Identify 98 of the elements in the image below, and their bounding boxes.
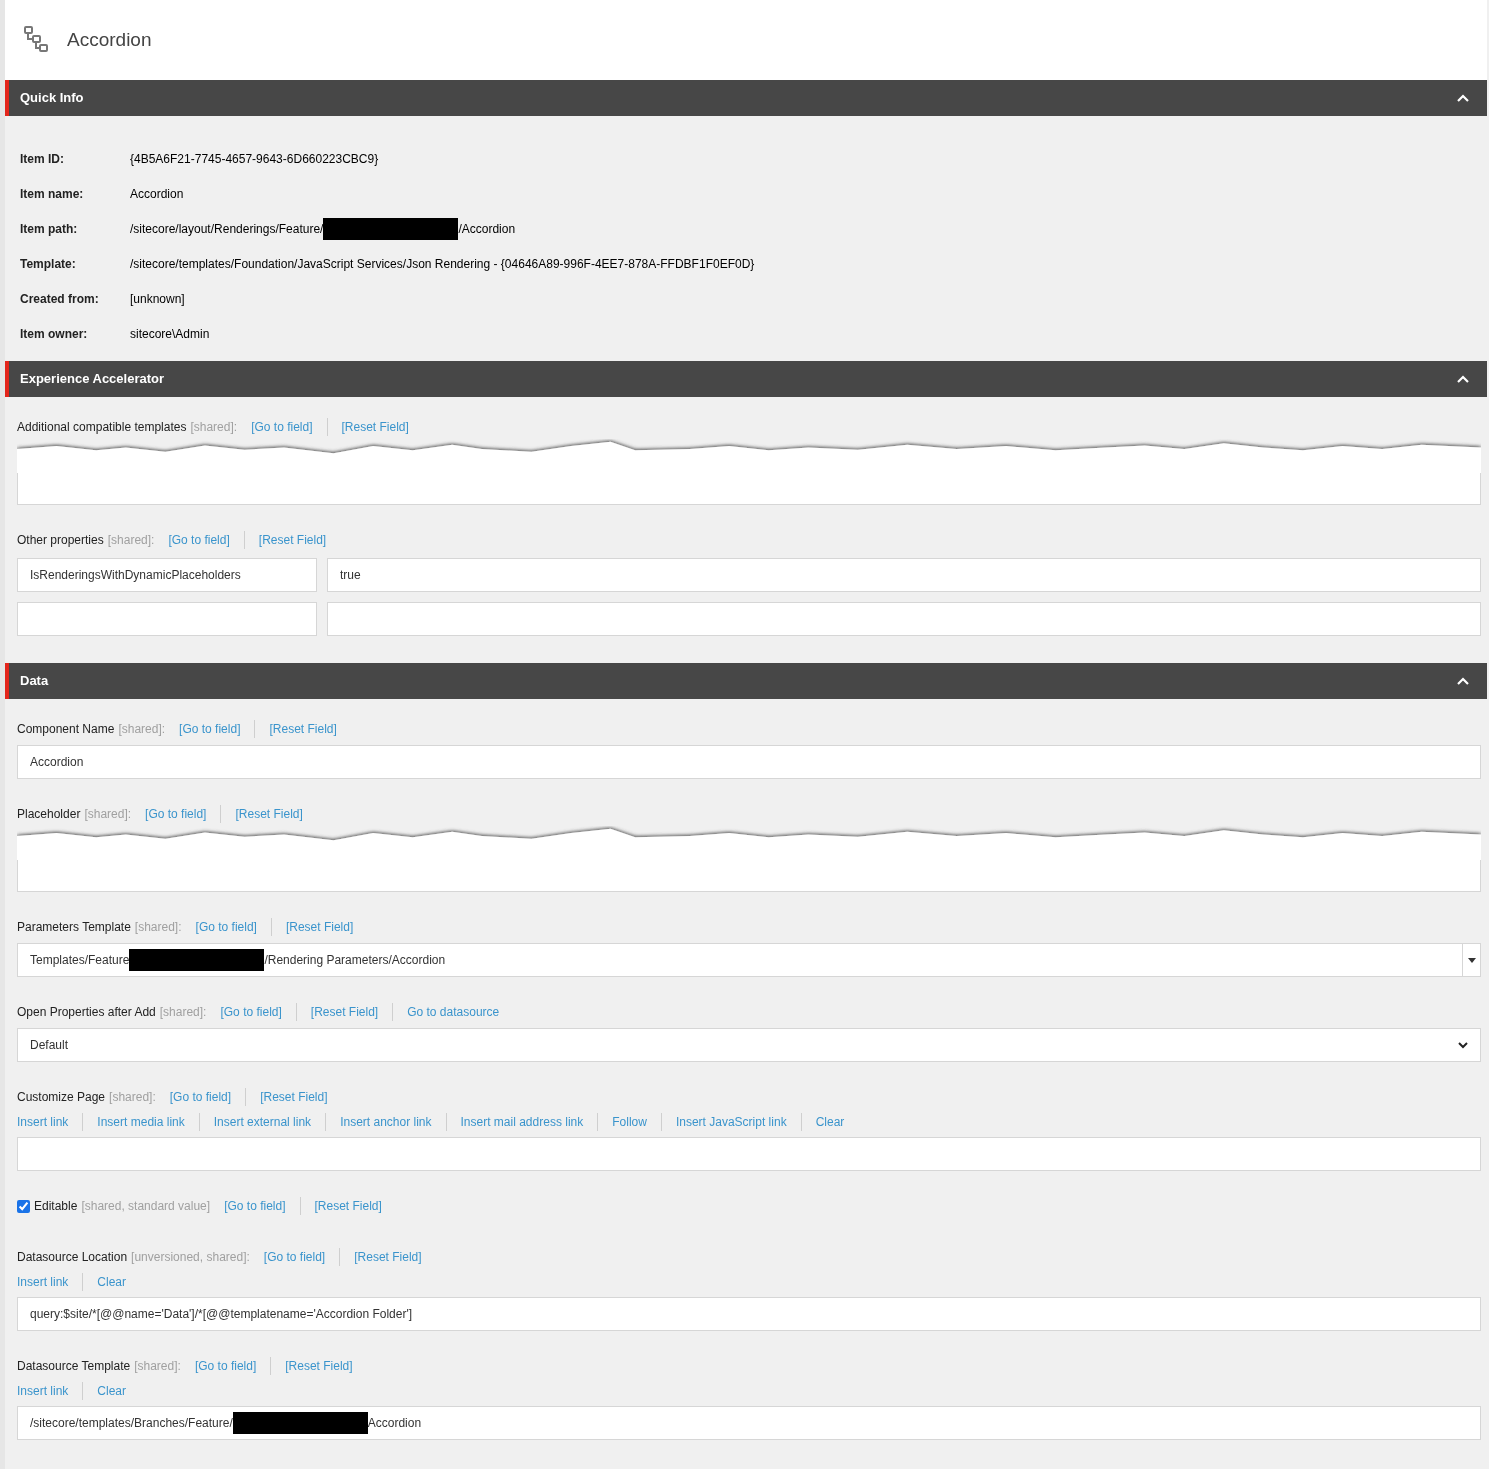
field-label: Open Properties after Add — [17, 1004, 156, 1021]
section-title: Experience Accelerator — [20, 370, 165, 389]
field-value: true — [340, 567, 361, 584]
field-link[interactable]: [Reset Field] — [285, 1357, 353, 1375]
section-title: Data — [20, 672, 49, 691]
field-link[interactable]: [Go to field] — [263, 1248, 326, 1266]
field-label: Customize Page — [17, 1089, 106, 1106]
checkbox[interactable] — [17, 1199, 30, 1213]
field-link[interactable]: [Go to field] — [179, 720, 241, 738]
section-header[interactable]: Quick Info — [5, 80, 1487, 116]
field-link[interactable]: [Go to field] — [195, 918, 257, 936]
field-link[interactable]: [Reset Field] — [285, 918, 354, 936]
section-header[interactable]: Experience Accelerator — [5, 361, 1487, 397]
text-field[interactable] — [17, 1137, 1481, 1171]
field-value: Accordion — [30, 754, 84, 771]
field-meta: [shared]: — [84, 806, 132, 823]
action-link[interactable]: Insert external link — [213, 1113, 312, 1131]
hierarchy-icon — [23, 25, 51, 55]
field-meta: [shared]: — [190, 419, 238, 436]
select-field[interactable]: Default — [17, 1028, 1481, 1062]
caret-icon — [1467, 957, 1476, 963]
field-meta: [unversioned, shared]: — [131, 1249, 250, 1266]
field-label: Component Name — [17, 721, 115, 738]
field-value: IsRenderingsWithDynamicPlaceholders — [30, 567, 241, 584]
field-link[interactable]: [Go to field] — [194, 1357, 257, 1375]
section-title: Quick Info — [20, 89, 84, 108]
info-label: Item path: — [20, 220, 79, 238]
field-label: Other properties — [17, 532, 104, 549]
field-value: sitecore\Admin — [130, 325, 210, 343]
text-field[interactable]: query:$site/*[@@name='Data']/*[@@templatename='Accordion Folder'] — [17, 1297, 1481, 1331]
field-link[interactable]: Go to datasource — [407, 1003, 500, 1021]
field-value: /sitecore/templates/Branches/Feature/ — [30, 1415, 233, 1432]
field-link[interactable]: [Reset Field] — [314, 1197, 382, 1215]
field-link[interactable]: [Reset Field] — [341, 418, 409, 436]
info-label: Item name: — [20, 185, 85, 203]
field-value: [unknown] — [130, 290, 185, 308]
field-label: Placeholder — [17, 806, 81, 823]
field-label: Additional compatible templates — [17, 419, 187, 436]
text-field[interactable] — [17, 860, 1481, 892]
key-field[interactable]: IsRenderingsWithDynamicPlaceholders — [17, 558, 317, 592]
text-field[interactable]: /sitecore/templates/Branches/Feature/ Accordion — [17, 1406, 1481, 1440]
field-label: Editable — [34, 1198, 78, 1215]
field-value: {4B5A6F21-7745-4657-9643-6D660223CBC9} — [130, 150, 379, 168]
value-field[interactable]: true — [327, 558, 1481, 592]
field-meta: [shared]: — [107, 532, 155, 549]
field-link[interactable]: [Go to field] — [169, 1088, 232, 1106]
field-value: Accordion — [130, 185, 184, 203]
action-link[interactable]: Insert link — [17, 1113, 69, 1131]
field-meta: [shared]: — [159, 1004, 207, 1021]
info-label: Item ID: — [20, 150, 65, 168]
action-link[interactable]: Insert mail address link — [460, 1113, 584, 1131]
action-link[interactable]: Follow — [612, 1113, 647, 1131]
key-field[interactable] — [17, 602, 317, 636]
info-label: Template: — [20, 255, 77, 273]
field-value: /Accordion — [458, 220, 516, 238]
field-meta: [shared, standard value] — [81, 1198, 211, 1215]
field-meta: [shared]: — [118, 721, 166, 738]
field-value: Accordion — [367, 1415, 422, 1432]
text-field[interactable] — [17, 473, 1481, 505]
field-link[interactable]: [Reset Field] — [310, 1003, 379, 1021]
field-value: /Rendering Parameters/Accordion — [264, 952, 446, 969]
field-value: Default — [30, 1037, 69, 1054]
field-link[interactable]: [Go to field] — [145, 805, 207, 823]
action-link[interactable]: Clear — [815, 1113, 845, 1131]
field-meta: [shared]: — [134, 919, 182, 936]
page-title: Accordion — [67, 27, 152, 52]
field-link[interactable]: [Go to field] — [251, 418, 313, 436]
field-link[interactable]: [Reset Field] — [235, 805, 303, 823]
field-value: /sitecore/templates/Foundation/JavaScript Services/Json Rendering - {04646A89-996F-4EE7-878A-FFDBF1F0EF0D} — [130, 255, 755, 273]
info-label: Created from: — [20, 290, 100, 308]
field-value: query:$site/*[@@name='Data']/*[@@templatename='Accordion Folder'] — [30, 1306, 413, 1323]
field-value: /sitecore/layout/Renderings/Feature/ — [130, 220, 324, 238]
action-link[interactable]: Insert JavaScript link — [675, 1113, 787, 1131]
field-value: Templates/Feature — [30, 952, 130, 969]
text-field[interactable]: Accordion — [17, 745, 1481, 779]
field-link[interactable]: [Reset Field] — [269, 720, 337, 738]
section-header[interactable]: Data — [5, 663, 1487, 699]
field-label: Parameters Template — [17, 919, 131, 936]
field-link[interactable]: [Go to field] — [168, 531, 230, 549]
action-link[interactable]: Clear — [97, 1273, 127, 1291]
action-link[interactable]: Insert link — [17, 1273, 69, 1291]
field-link[interactable]: [Go to field] — [220, 1003, 282, 1021]
field-link[interactable]: [Reset Field] — [258, 531, 327, 549]
action-link[interactable]: Insert media link — [97, 1113, 185, 1131]
field-link[interactable]: [Go to field] — [224, 1197, 286, 1215]
action-link[interactable]: Insert anchor link — [340, 1113, 432, 1131]
action-link[interactable]: Clear — [97, 1382, 127, 1400]
field-label: Datasource Location — [17, 1249, 128, 1266]
action-link[interactable]: Insert link — [17, 1382, 69, 1400]
chevron-down-icon — [1458, 1041, 1468, 1049]
field-link[interactable]: [Reset Field] — [354, 1248, 422, 1266]
field-meta: [shared]: — [134, 1358, 181, 1375]
info-label: Item owner: — [20, 325, 89, 343]
field-label: Datasource Template — [17, 1358, 131, 1375]
droplink-field[interactable]: Templates/Feature /Rendering Parameters/Accordion — [17, 943, 1481, 977]
value-field[interactable] — [327, 602, 1481, 636]
field-meta: [shared]: — [109, 1089, 156, 1106]
field-link[interactable]: [Reset Field] — [260, 1088, 328, 1106]
